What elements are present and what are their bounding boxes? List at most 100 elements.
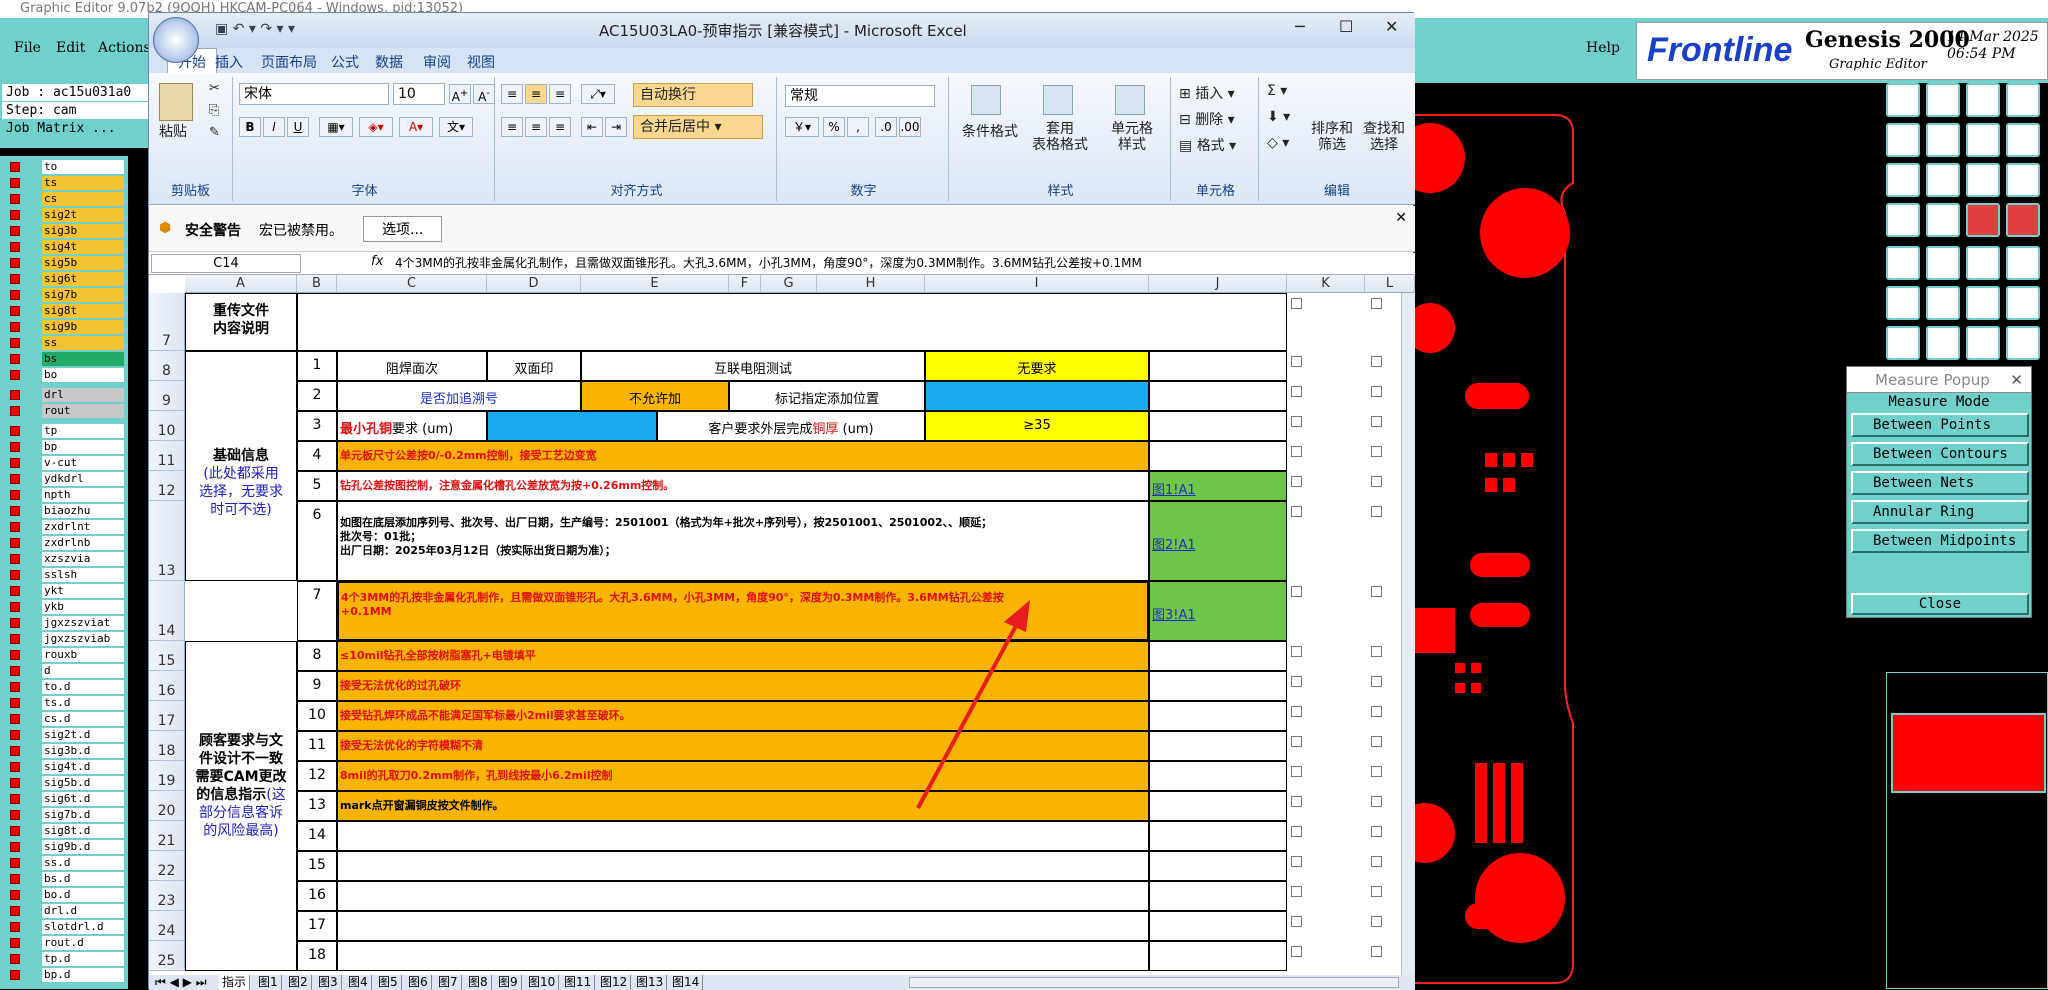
checkbox[interactable] xyxy=(1291,446,1302,457)
insert-cells-button[interactable]: ⊞ 插入 ▾ xyxy=(1179,83,1235,103)
tool-button[interactable] xyxy=(1926,203,1960,237)
column-header[interactable]: C xyxy=(337,275,487,293)
checkbox[interactable] xyxy=(1291,826,1302,837)
checkbox[interactable] xyxy=(1371,916,1382,927)
layer-checkbox[interactable] xyxy=(10,730,20,740)
tool-button[interactable] xyxy=(1966,246,2000,280)
checkbox[interactable] xyxy=(1371,646,1382,657)
layer-checkbox[interactable] xyxy=(10,474,20,484)
column-header[interactable]: A xyxy=(185,275,297,293)
cell[interactable]: 无要求 xyxy=(925,351,1149,381)
layer-row[interactable]: sslsh xyxy=(2,568,124,582)
cell[interactable]: ≥35 xyxy=(925,411,1149,441)
layer-row[interactable]: zxdrlnt xyxy=(2,520,124,534)
checkbox[interactable] xyxy=(1291,946,1302,957)
tool-button[interactable] xyxy=(1966,163,2000,197)
row-header[interactable]: 21 xyxy=(149,821,185,851)
tool-button[interactable] xyxy=(1886,326,1920,360)
cell[interactable] xyxy=(487,411,657,441)
column-header[interactable]: B xyxy=(297,275,337,293)
layer-row[interactable]: tp.d xyxy=(2,952,124,966)
pcb-canvas[interactable] xyxy=(1395,83,1881,989)
layer-row[interactable]: zxdrlnb xyxy=(2,536,124,550)
instruction-text[interactable]: 钻孔公差按图控制，注意金属化槽孔公差放宽为按+0.26mm控制。 xyxy=(337,471,1149,501)
layer-checkbox[interactable] xyxy=(10,570,20,580)
checkbox[interactable] xyxy=(1291,916,1302,927)
layer-checkbox[interactable] xyxy=(10,890,20,900)
number-format-select[interactable]: 常规 xyxy=(785,85,935,107)
cell[interactable]: 双面印 xyxy=(487,351,581,381)
tab-6[interactable]: 视图 xyxy=(467,52,495,72)
layer-checkbox[interactable] xyxy=(10,746,20,756)
between-midpoints-option[interactable]: Between Midpoints xyxy=(1851,529,2029,553)
checkbox[interactable] xyxy=(1371,506,1382,517)
layer-checkbox[interactable] xyxy=(10,826,20,836)
instruction-text[interactable]: 单元板尺寸公差按0/-0.2mm控制，接受工艺边变宽 xyxy=(337,441,1149,471)
layer-checkbox[interactable] xyxy=(10,390,20,400)
table-format-button[interactable]: 套用 表格格式 xyxy=(1025,121,1095,153)
tab-4[interactable]: 数据 xyxy=(375,52,403,72)
layer-checkbox[interactable] xyxy=(10,906,20,916)
item-number[interactable]: 1 xyxy=(297,351,337,381)
layer-row[interactable]: sig8t xyxy=(2,304,124,318)
checkbox[interactable] xyxy=(1371,386,1382,397)
item-number[interactable]: 12 xyxy=(297,761,337,791)
tool-button[interactable] xyxy=(2006,203,2040,237)
layer-row[interactable]: sig4t.d xyxy=(2,760,124,774)
sheet-tab[interactable]: 图12 xyxy=(597,975,632,990)
layer-row[interactable]: bs.d xyxy=(2,872,124,886)
layer-checkbox[interactable] xyxy=(10,370,20,380)
currency-icon[interactable]: ￥▾ xyxy=(785,117,819,137)
copy-icon[interactable]: ⎘ xyxy=(209,103,219,118)
row-header[interactable]: 14 xyxy=(149,581,185,641)
layer-row[interactable]: slotdrl.d xyxy=(2,920,124,934)
minimize-button[interactable]: ─ xyxy=(1295,17,1305,36)
sheet-tab[interactable]: 图11 xyxy=(561,975,596,990)
tool-button[interactable] xyxy=(1966,286,2000,320)
column-header[interactable]: L xyxy=(1365,275,1415,293)
checkbox[interactable] xyxy=(1291,586,1302,597)
layer-checkbox[interactable] xyxy=(10,258,20,268)
tool-button[interactable] xyxy=(1966,123,2000,157)
conditional-format-button[interactable]: 条件格式 xyxy=(955,121,1025,141)
layer-checkbox[interactable] xyxy=(10,490,20,500)
column-header[interactable]: D xyxy=(487,275,581,293)
cell[interactable] xyxy=(1149,381,1287,411)
layer-checkbox[interactable] xyxy=(10,458,20,468)
sheet-tab[interactable]: 图7 xyxy=(435,975,462,990)
layer-checkbox[interactable] xyxy=(10,506,20,516)
cell[interactable] xyxy=(1149,351,1287,381)
menu-file[interactable]: File xyxy=(14,40,41,56)
layer-checkbox[interactable] xyxy=(10,210,20,220)
tool-button[interactable] xyxy=(1966,326,2000,360)
layer-checkbox[interactable] xyxy=(10,762,20,772)
item-number[interactable]: 7 xyxy=(297,581,337,641)
layer-checkbox[interactable] xyxy=(10,970,20,980)
layer-row[interactable]: sig2t.d xyxy=(2,728,124,742)
layer-row[interactable]: sig7b xyxy=(2,288,124,302)
cell[interactable] xyxy=(1149,821,1287,851)
layer-row[interactable]: to xyxy=(2,160,124,174)
item-number[interactable]: 17 xyxy=(297,911,337,941)
layer-row[interactable]: d xyxy=(2,664,124,678)
layer-checkbox[interactable] xyxy=(10,698,20,708)
tool-button[interactable] xyxy=(1886,83,1920,117)
layer-checkbox[interactable] xyxy=(10,618,20,628)
column-header[interactable]: I xyxy=(925,275,1149,293)
checkbox[interactable] xyxy=(1291,416,1302,427)
cell[interactable] xyxy=(1149,441,1287,471)
layer-row[interactable]: bs xyxy=(2,352,124,366)
cell[interactable] xyxy=(1149,411,1287,441)
layer-row[interactable]: sig9b.d xyxy=(2,840,124,854)
cell[interactable]: 最小孔铜要求 (um) xyxy=(337,411,487,441)
checkbox[interactable] xyxy=(1371,676,1382,687)
row-header[interactable]: 8 xyxy=(149,351,185,381)
merge-center-button[interactable]: 合并后居中 ▾ xyxy=(633,115,763,139)
layer-checkbox[interactable] xyxy=(10,602,20,612)
tool-button[interactable] xyxy=(1886,203,1920,237)
name-box[interactable]: C14 xyxy=(151,254,301,273)
pan-icon[interactable] xyxy=(1926,163,1960,197)
cell[interactable]: 客户要求外层完成铜厚 (um) xyxy=(657,411,925,441)
checkbox[interactable] xyxy=(1291,386,1302,397)
cell[interactable]: 是否加追溯号 xyxy=(337,381,581,411)
